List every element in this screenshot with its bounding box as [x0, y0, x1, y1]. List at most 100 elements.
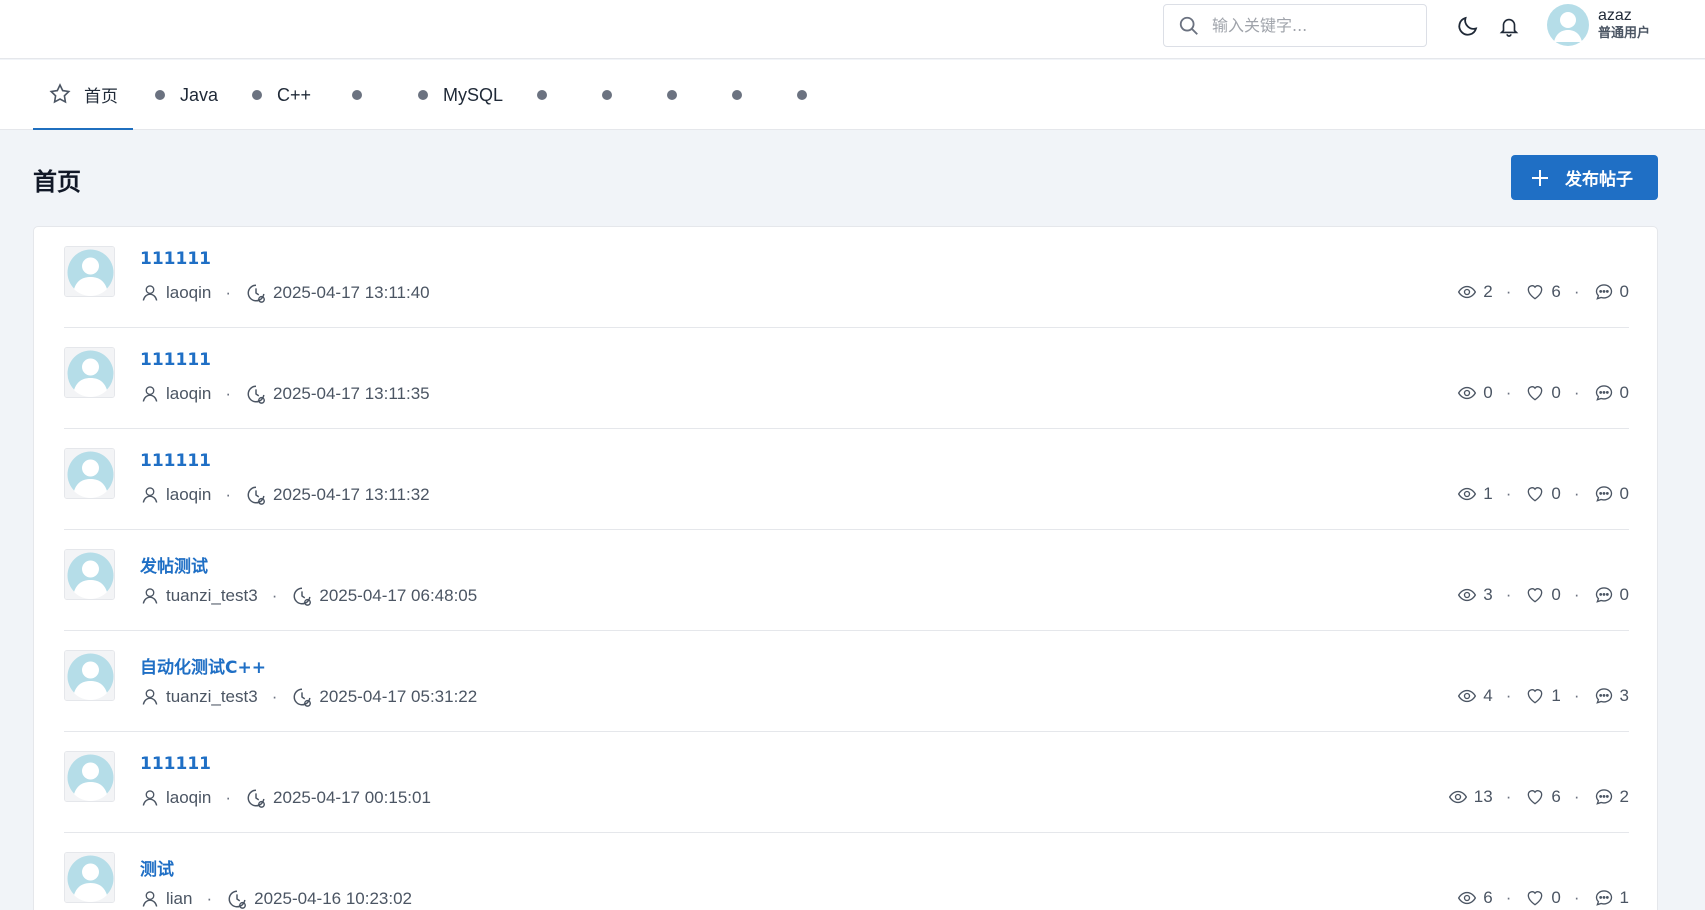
eye-icon	[1456, 484, 1478, 504]
meta-separator: ·	[225, 384, 232, 403]
category-tab-cpp[interactable]: C++	[252, 60, 311, 130]
eye-icon	[1456, 888, 1478, 908]
meta-separator: ·	[225, 788, 232, 807]
post-author[interactable]: laoqin	[166, 485, 211, 505]
meta-separator: ·	[271, 586, 278, 605]
heart-icon[interactable]	[1524, 686, 1546, 706]
author-avatar[interactable]	[64, 549, 115, 600]
clock-icon	[291, 585, 313, 607]
post-title[interactable]: 111111	[140, 754, 211, 774]
view-count: 13	[1473, 787, 1493, 806]
post-title[interactable]: 测试	[140, 855, 174, 880]
post-author[interactable]: lian	[166, 889, 192, 909]
comment-icon[interactable]	[1593, 686, 1615, 706]
user-icon	[140, 384, 160, 404]
post-author[interactable]: laoqin	[166, 283, 211, 303]
comment-icon[interactable]	[1593, 585, 1615, 605]
stats-separator: ·	[1573, 888, 1580, 907]
heart-icon[interactable]	[1524, 383, 1546, 403]
comment-count: 3	[1619, 686, 1629, 705]
category-tab-7[interactable]	[667, 60, 692, 130]
category-tab-home[interactable]: 首页	[33, 60, 133, 130]
post-author[interactable]: laoqin	[166, 788, 211, 808]
post-stats: 0 · 0 · 0	[1456, 383, 1629, 403]
category-tab-3[interactable]	[352, 60, 377, 130]
comment-icon[interactable]	[1593, 282, 1615, 302]
post-title[interactable]: 111111	[140, 249, 211, 269]
post-stats: 2 · 6 · 0	[1456, 282, 1629, 302]
heart-icon[interactable]	[1524, 484, 1546, 504]
heart-icon[interactable]	[1524, 282, 1546, 302]
category-tab-5[interactable]	[537, 60, 562, 130]
author-avatar[interactable]	[64, 852, 115, 903]
moon-icon	[1458, 16, 1478, 36]
comment-count: 0	[1619, 383, 1629, 402]
theme-toggle-button[interactable]	[1453, 11, 1483, 41]
meta-separator: ·	[225, 283, 232, 302]
user-icon	[140, 687, 160, 707]
avatar	[65, 550, 114, 599]
search-input[interactable]	[1212, 16, 1412, 35]
dot-icon	[602, 90, 612, 100]
dot-icon	[252, 90, 262, 100]
stats-separator: ·	[1573, 282, 1580, 301]
author-avatar[interactable]	[64, 347, 115, 398]
user-icon	[140, 889, 160, 909]
stats-separator: ·	[1573, 787, 1580, 806]
like-count: 6	[1551, 787, 1561, 806]
post-author[interactable]: laoqin	[166, 384, 211, 404]
heart-icon[interactable]	[1524, 585, 1546, 605]
heart-icon[interactable]	[1524, 888, 1546, 908]
like-count: 6	[1551, 282, 1561, 301]
category-tab-8[interactable]	[732, 60, 757, 130]
dot-icon	[352, 90, 362, 100]
dot-icon	[667, 90, 677, 100]
stats-separator: ·	[1505, 686, 1512, 705]
eye-icon	[1456, 383, 1478, 403]
publish-post-button[interactable]: 发布帖子	[1511, 155, 1658, 200]
avatar	[65, 449, 114, 498]
avatar	[65, 752, 114, 801]
post-author[interactable]: tuanzi_test3	[166, 687, 258, 707]
post-title[interactable]: 发帖测试	[140, 552, 208, 577]
post-time: 2025-04-17 13:11:40	[273, 283, 430, 302]
stats-separator: ·	[1505, 282, 1512, 301]
post-title[interactable]: 111111	[140, 350, 211, 370]
category-tab-9[interactable]	[797, 60, 822, 130]
clock-icon	[245, 787, 267, 809]
author-avatar[interactable]	[64, 246, 115, 297]
category-tab-mysql[interactable]: MySQL	[418, 60, 503, 130]
post-time: 2025-04-17 13:11:32	[273, 485, 430, 504]
comment-count: 0	[1619, 484, 1629, 503]
search-box[interactable]	[1163, 4, 1427, 47]
view-count: 0	[1483, 383, 1493, 402]
category-tab-6[interactable]	[602, 60, 627, 130]
author-avatar[interactable]	[64, 751, 115, 802]
user-icon	[140, 485, 160, 505]
stats-separator: ·	[1573, 686, 1580, 705]
post-item: 测试 lian · 2025-04-16 10:23:02 6 · 0 · 1	[64, 833, 1629, 910]
stats-separator: ·	[1573, 585, 1580, 604]
user-menu[interactable]: azaz 普通用户	[1547, 4, 1650, 46]
avatar	[65, 247, 114, 296]
comment-icon[interactable]	[1593, 888, 1615, 908]
category-tab-java[interactable]: Java	[155, 60, 218, 130]
comment-icon[interactable]	[1593, 484, 1615, 504]
post-title[interactable]: 111111	[140, 451, 211, 471]
eye-icon	[1456, 282, 1478, 302]
user-icon	[140, 586, 160, 606]
post-time: 2025-04-16 10:23:02	[254, 889, 412, 908]
author-avatar[interactable]	[64, 650, 115, 701]
heart-icon[interactable]	[1524, 787, 1546, 807]
comment-icon[interactable]	[1593, 787, 1615, 807]
comment-icon[interactable]	[1593, 383, 1615, 403]
author-avatar[interactable]	[64, 448, 115, 499]
post-stats: 4 · 1 · 3	[1456, 686, 1629, 706]
notification-button[interactable]	[1494, 11, 1524, 41]
avatar	[65, 348, 114, 397]
dot-icon	[418, 90, 428, 100]
post-author[interactable]: tuanzi_test3	[166, 586, 258, 606]
user-name: azaz	[1598, 7, 1632, 24]
like-count: 0	[1551, 484, 1561, 503]
post-title[interactable]: 自动化测试C++	[140, 653, 266, 678]
